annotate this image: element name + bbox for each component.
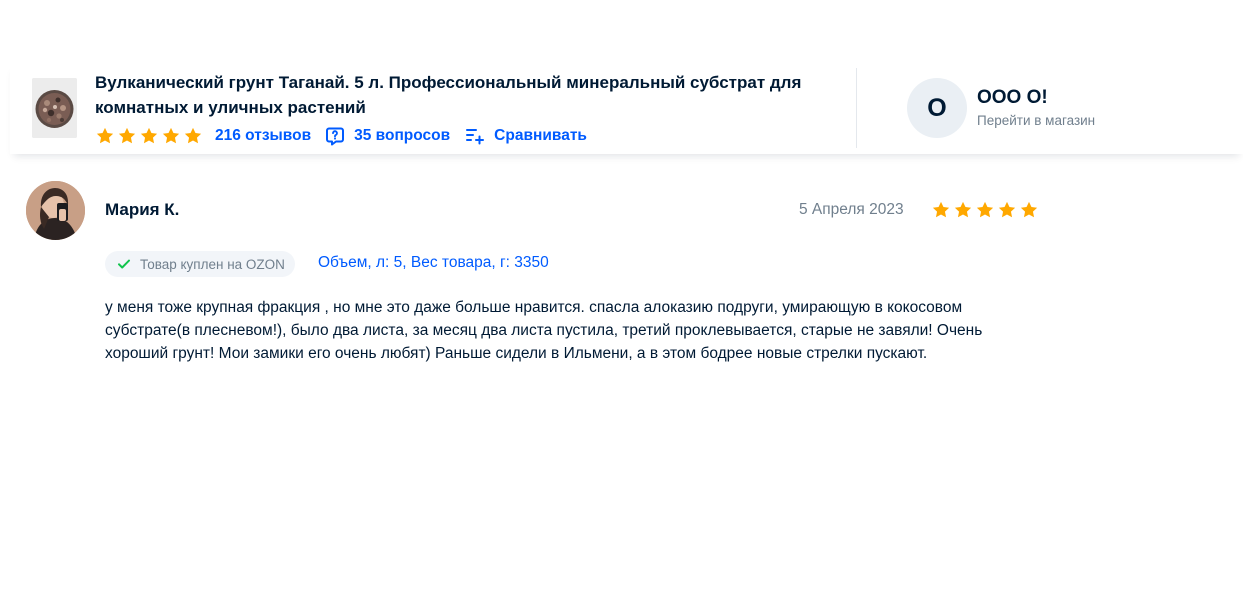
questions-link[interactable]: 35 вопросов [325,126,450,146]
product-thumbnail[interactable] [32,78,77,138]
reviewer-name: Мария К. [105,200,180,219]
star-icon [997,200,1017,220]
star-icon [953,200,973,220]
star-icon [95,126,115,146]
review-rating-stars [931,200,1039,220]
purchase-badge-label: Товар куплен на OZON [140,256,285,272]
check-icon [118,259,130,269]
seller-avatar[interactable]: O [907,78,967,138]
purchase-badge: Товар куплен на OZON [105,251,295,277]
compare-list-icon [466,129,485,145]
header-divider [856,68,857,148]
product-title[interactable]: Вулканический грунт Таганай. 5 л. Профес… [95,70,845,120]
star-icon [1019,200,1039,220]
star-icon [117,126,137,146]
questions-label: 35 вопросов [354,127,451,144]
product-rating-stars[interactable] [95,126,203,146]
star-icon [183,126,203,146]
star-icon [975,200,995,220]
page: Вулканический грунт Таганай. 5 л. Профес… [0,0,1243,594]
compare-link[interactable]: Сравнивать [465,126,587,146]
review-date: 5 Апреля 2023 [799,201,904,218]
review-text: у меня тоже крупная фракция , но мне это… [105,299,983,362]
seller-text: OOO O! Перейти в магазин [977,86,1095,130]
star-icon [161,126,181,146]
product-header: Вулканический грунт Таганай. 5 л. Профес… [10,62,1243,154]
go-to-store-link[interactable]: Перейти в магазин [977,112,1095,130]
reviews-link[interactable]: 216 отзывов [215,127,311,145]
product-meta: 216 отзывов 35 вопросов Сравнивать [95,126,845,146]
reviewer-avatar [26,181,85,240]
star-icon [931,200,951,220]
seller-name[interactable]: OOO O! [977,86,1095,110]
seller-block[interactable]: O OOO O! Перейти в магазин [907,78,1095,138]
product-variant-link[interactable]: Объем, л: 5, Вес товара, г: 3350 [318,254,549,272]
question-bubble-icon [326,127,345,146]
star-icon [139,126,159,146]
product-info: Вулканический грунт Таганай. 5 л. Профес… [95,70,845,146]
compare-label: Сравнивать [494,127,587,144]
